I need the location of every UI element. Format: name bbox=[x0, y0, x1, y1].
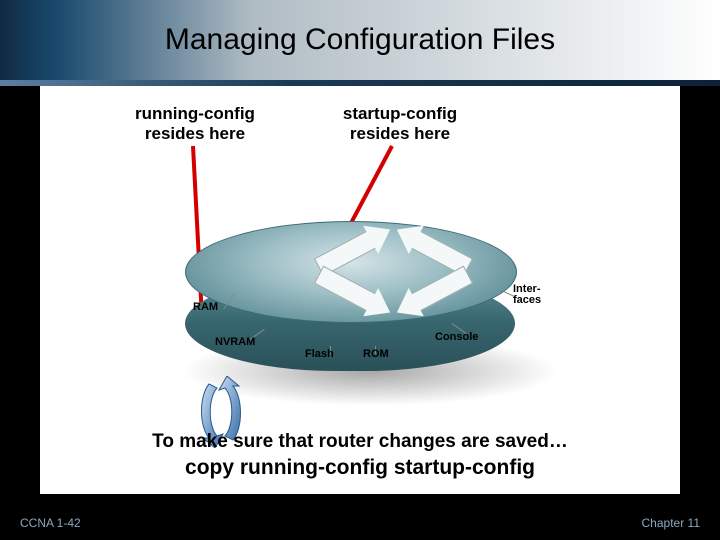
label-startup-config-line2: resides here bbox=[350, 124, 450, 143]
label-startup-config: startup-config resides here bbox=[315, 104, 485, 145]
label-running-config-line1: running-config bbox=[135, 104, 255, 123]
title-bar: Managing Configuration Files bbox=[0, 0, 720, 80]
label-running-config-line2: resides here bbox=[145, 124, 245, 143]
component-console-label: Console bbox=[435, 331, 478, 343]
slide-title: Managing Configuration Files bbox=[165, 23, 555, 57]
slide-body: running-config resides here startup-conf… bbox=[40, 86, 680, 494]
caption-line1: To make sure that router changes are sav… bbox=[40, 431, 680, 453]
router-diagram: RAM NVRAM Flash ROM Console Inter- faces bbox=[145, 176, 565, 401]
footer-left: CCNA 1-42 bbox=[20, 516, 81, 530]
component-flash-label: Flash bbox=[305, 348, 334, 360]
label-running-config: running-config resides here bbox=[110, 104, 280, 145]
component-nvram-label: NVRAM bbox=[215, 336, 255, 348]
slide-footer: CCNA 1-42 Chapter 11 bbox=[0, 510, 720, 540]
component-ram-label: RAM bbox=[193, 301, 218, 313]
footer-right: Chapter 11 bbox=[642, 516, 700, 530]
component-rom-label: ROM bbox=[363, 348, 389, 360]
caption-command: copy running-config startup-config bbox=[40, 456, 680, 480]
slide: Managing Configuration Files running-con… bbox=[0, 0, 720, 540]
component-interfaces-label: Inter- faces bbox=[513, 284, 553, 306]
label-startup-config-line1: startup-config bbox=[343, 104, 457, 123]
